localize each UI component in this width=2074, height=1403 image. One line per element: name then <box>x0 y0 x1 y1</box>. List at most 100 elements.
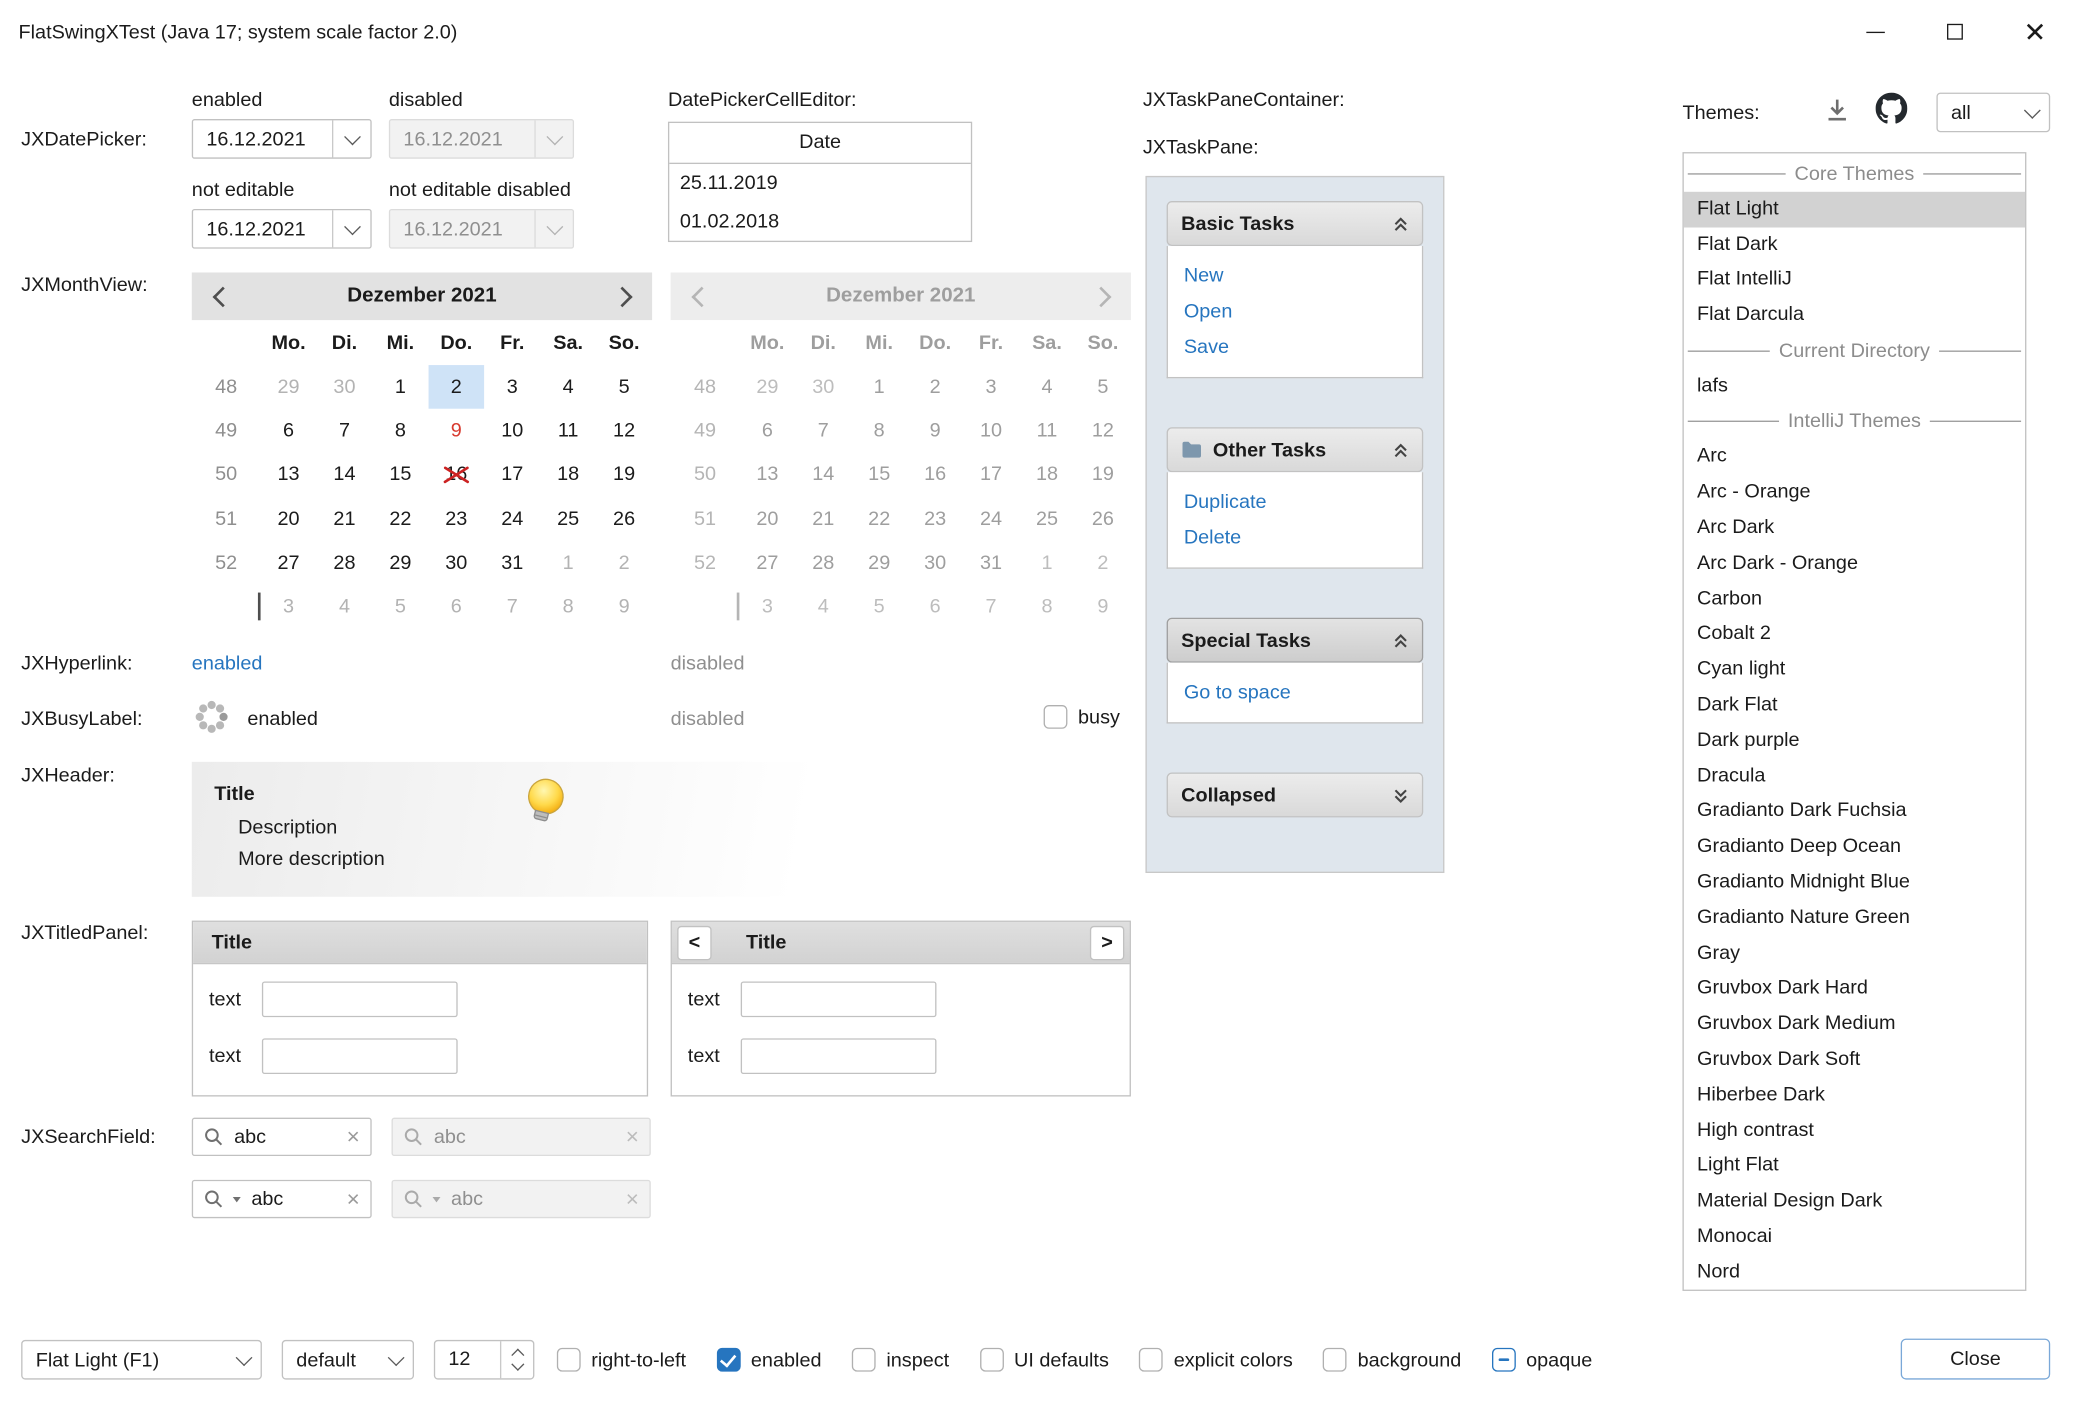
day-cell[interactable]: 28 <box>795 541 851 585</box>
day-cell[interactable]: 12 <box>596 409 652 453</box>
close-window-button[interactable] <box>1995 0 2074 63</box>
checkbox-busy[interactable]: busy <box>1044 701 1120 733</box>
searchfield-enabled[interactable]: × <box>192 1118 372 1156</box>
chevron-double-up-icon[interactable] <box>1393 441 1409 458</box>
search-input[interactable] <box>249 1186 339 1211</box>
theme-item[interactable]: Dark Flat <box>1684 688 2025 723</box>
chevron-down-icon[interactable] <box>332 210 370 247</box>
day-cell[interactable]: 24 <box>963 497 1019 541</box>
day-cell[interactable]: 10 <box>484 409 540 453</box>
day-cell[interactable]: 30 <box>316 365 372 409</box>
checkbox-inspect[interactable]: inspect <box>852 1348 949 1372</box>
theme-item[interactable]: Gray <box>1684 936 2025 971</box>
day-cell[interactable]: 7 <box>963 585 1019 629</box>
task-link[interactable]: Duplicate <box>1168 484 1422 520</box>
day-cell[interactable]: 1 <box>1019 541 1075 585</box>
theme-item[interactable]: Arc Dark <box>1684 511 2025 546</box>
style-combo[interactable]: default <box>282 1340 414 1380</box>
day-cell[interactable]: 31 <box>484 541 540 585</box>
table-row[interactable]: 25.11.2019 <box>669 164 971 202</box>
theme-item[interactable]: Light Flat <box>1684 1149 2025 1184</box>
day-cell[interactable]: 30 <box>907 541 963 585</box>
day-cell[interactable]: 16 <box>428 453 484 497</box>
theme-item[interactable]: Gradianto Dark Fuchsia <box>1684 794 2025 829</box>
checkbox-box[interactable] <box>1044 705 1068 729</box>
day-cell[interactable]: 8 <box>540 585 596 629</box>
day-cell[interactable]: 9 <box>1075 585 1131 629</box>
day-cell[interactable]: 19 <box>1075 453 1131 497</box>
day-cell[interactable]: 7 <box>316 409 372 453</box>
maximize-button[interactable] <box>1915 0 1994 63</box>
day-cell[interactable]: 5 <box>1075 365 1131 409</box>
table-row[interactable]: 01.02.2018 <box>669 202 971 240</box>
day-cell[interactable]: 21 <box>316 497 372 541</box>
day-cell[interactable]: 4 <box>540 365 596 409</box>
text-input[interactable] <box>741 981 937 1017</box>
next-button[interactable]: > <box>1090 925 1124 959</box>
day-cell[interactable]: 15 <box>851 453 907 497</box>
day-cell[interactable]: 22 <box>372 497 428 541</box>
day-cell[interactable]: 1 <box>851 365 907 409</box>
theme-item[interactable]: Material Design Dark <box>1684 1184 2025 1219</box>
theme-item[interactable]: Gruvbox Dark Soft <box>1684 1042 2025 1077</box>
day-cell[interactable]: 2 <box>1075 541 1131 585</box>
day-cell[interactable]: 14 <box>316 453 372 497</box>
day-cell[interactable]: 29 <box>261 365 317 409</box>
day-cell[interactable]: 4 <box>795 585 851 629</box>
prev-button[interactable]: < <box>677 925 711 959</box>
day-cell[interactable]: 8 <box>1019 585 1075 629</box>
datepicker-enabled[interactable]: 16.12.2021 <box>192 119 372 159</box>
font-size-spinner[interactable]: 12 <box>434 1340 535 1380</box>
day-cell[interactable]: 3 <box>261 585 317 629</box>
day-cell[interactable]: 7 <box>795 409 851 453</box>
task-link[interactable]: Save <box>1168 329 1422 365</box>
day-cell[interactable]: 16 <box>907 453 963 497</box>
day-cell[interactable]: 31 <box>963 541 1019 585</box>
day-cell[interactable]: 12 <box>1075 409 1131 453</box>
day-cell[interactable]: 3 <box>739 585 795 629</box>
day-cell[interactable]: 4 <box>1019 365 1075 409</box>
clear-icon[interactable]: × <box>347 1188 360 1210</box>
theme-item[interactable]: Gruvbox Dark Medium <box>1684 1007 2025 1042</box>
theme-item[interactable]: Flat Light <box>1684 192 2025 227</box>
day-cell[interactable]: 17 <box>963 453 1019 497</box>
day-cell[interactable]: 13 <box>739 453 795 497</box>
day-cell[interactable]: 1 <box>540 541 596 585</box>
day-cell[interactable]: 26 <box>1075 497 1131 541</box>
next-month-button[interactable] <box>591 272 652 320</box>
chevron-double-up-icon[interactable] <box>1393 215 1409 232</box>
taskpane-header[interactable]: Collapsed <box>1167 772 1424 817</box>
day-cell[interactable]: 18 <box>540 453 596 497</box>
text-input[interactable] <box>262 981 458 1017</box>
theme-item[interactable]: Hiberbee Dark <box>1684 1078 2025 1113</box>
day-cell[interactable]: 7 <box>484 585 540 629</box>
github-icon[interactable] <box>1876 93 1908 125</box>
day-cell[interactable]: 8 <box>851 409 907 453</box>
datepicker-not-editable[interactable]: 16.12.2021 <box>192 209 372 249</box>
day-cell[interactable]: 29 <box>739 365 795 409</box>
theme-item[interactable]: Gradianto Midnight Blue <box>1684 865 2025 900</box>
day-cell[interactable]: 17 <box>484 453 540 497</box>
day-cell[interactable]: 5 <box>596 365 652 409</box>
day-cell[interactable]: 27 <box>261 541 317 585</box>
checkbox-right-to-left[interactable]: right-to-left <box>557 1348 686 1372</box>
checkbox-box[interactable] <box>980 1348 1004 1372</box>
task-link[interactable]: New <box>1168 258 1422 294</box>
day-cell[interactable]: 29 <box>372 541 428 585</box>
prev-month-button[interactable] <box>192 272 253 320</box>
day-cell[interactable]: 20 <box>261 497 317 541</box>
search-input[interactable] <box>231 1124 338 1149</box>
theme-item[interactable]: Arc - Orange <box>1684 475 2025 510</box>
checkbox-box[interactable] <box>852 1348 876 1372</box>
theme-item[interactable]: Arc Dark - Orange <box>1684 546 2025 581</box>
checkbox-box[interactable] <box>1492 1348 1516 1372</box>
day-cell[interactable]: 1 <box>372 365 428 409</box>
chevron-down-icon[interactable] <box>332 120 370 157</box>
task-link[interactable]: Delete <box>1168 520 1422 556</box>
task-link[interactable]: Open <box>1168 294 1422 330</box>
theme-item[interactable]: Arc <box>1684 440 2025 475</box>
day-cell[interactable]: 2 <box>596 541 652 585</box>
day-cell[interactable]: 26 <box>596 497 652 541</box>
task-link[interactable]: Go to space <box>1168 675 1422 711</box>
day-cell[interactable]: 5 <box>851 585 907 629</box>
